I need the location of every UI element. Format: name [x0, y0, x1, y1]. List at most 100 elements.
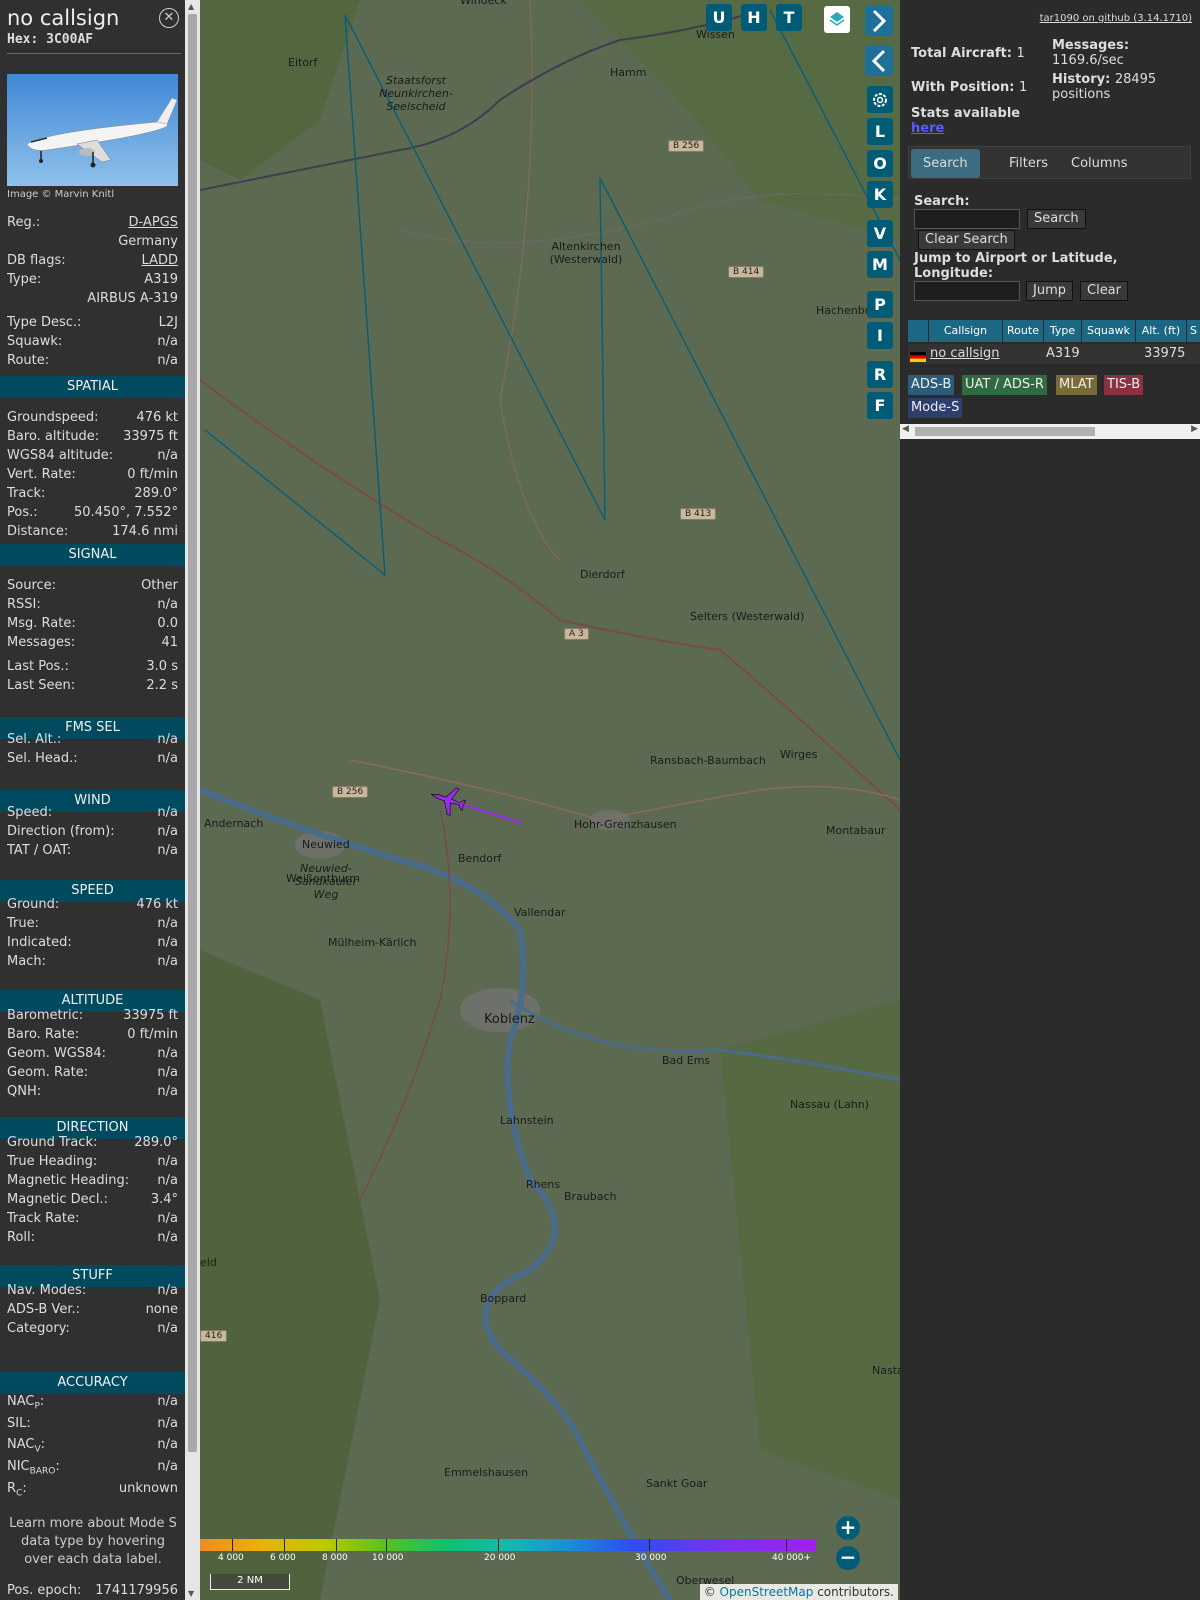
osm-link[interactable]: OpenStreetMap: [720, 1585, 814, 1599]
zoom-out-button[interactable]: −: [836, 1546, 860, 1570]
map-button-o[interactable]: O: [867, 150, 893, 177]
detail-label[interactable]: Ground:: [7, 896, 59, 914]
detail-label[interactable]: RSSI:: [7, 596, 41, 614]
github-link[interactable]: tar1090 on github (3.14.1710): [1040, 13, 1192, 24]
source-badge-tis-b[interactable]: TIS-B: [1104, 375, 1144, 395]
detail-label[interactable]: True:: [7, 915, 39, 933]
field-label: Type Desc.:: [7, 315, 82, 330]
jump-input[interactable]: [914, 281, 1020, 301]
map-button-u[interactable]: U: [706, 4, 732, 31]
detail-label[interactable]: SIL:: [7, 1415, 31, 1433]
tab-filters[interactable]: Filters: [997, 149, 1060, 178]
search-button[interactable]: Search: [1027, 209, 1086, 229]
aircraft-photo[interactable]: [7, 74, 178, 186]
map-button-v[interactable]: V: [867, 220, 893, 247]
detail-label[interactable]: Mach:: [7, 953, 46, 971]
detail-label[interactable]: Magnetic Decl.:: [7, 1191, 108, 1209]
detail-label[interactable]: Sel. Alt.:: [7, 731, 61, 749]
column-type[interactable]: Type: [1044, 320, 1081, 342]
left-panel-scrollbar[interactable]: ▲ ▼: [185, 0, 200, 1600]
scroll-up-icon[interactable]: ▲: [188, 2, 194, 11]
column-callsign[interactable]: Callsign: [929, 320, 1002, 342]
detail-label[interactable]: Distance:: [7, 523, 68, 541]
chevron-right-icon[interactable]: [865, 6, 893, 36]
detail-label[interactable]: Last Seen:: [7, 677, 75, 695]
stats-link[interactable]: here: [911, 121, 944, 136]
detail-label[interactable]: Ground Track:: [7, 1134, 97, 1152]
tab-columns[interactable]: Columns: [1059, 149, 1140, 178]
detail-label[interactable]: Speed:: [7, 804, 52, 822]
detail-label[interactable]: NICBARO:: [7, 1458, 60, 1481]
tab-search[interactable]: Search: [911, 149, 980, 178]
map-button-t[interactable]: T: [776, 4, 802, 31]
close-icon[interactable]: ✕: [159, 8, 179, 28]
map-button-h[interactable]: H: [741, 4, 767, 31]
detail-label[interactable]: Geom. WGS84:: [7, 1045, 106, 1063]
detail-label[interactable]: NACP:: [7, 1393, 44, 1416]
detail-label[interactable]: Indicated:: [7, 934, 72, 952]
detail-label[interactable]: Track Rate:: [7, 1210, 79, 1228]
detail-label[interactable]: TAT / OAT:: [7, 842, 71, 860]
clear-search-button[interactable]: Clear Search: [918, 230, 1015, 250]
source-badge-mlat[interactable]: MLAT: [1056, 375, 1097, 395]
detail-label[interactable]: Last Pos.:: [7, 658, 69, 676]
detail-label[interactable]: Msg. Rate:: [7, 615, 76, 633]
map-button-f[interactable]: F: [867, 392, 893, 419]
map-button-i[interactable]: I: [867, 322, 893, 349]
detail-label[interactable]: Messages:: [7, 634, 75, 652]
scroll-right-icon[interactable]: ▶: [1191, 424, 1198, 434]
scroll-down-icon[interactable]: ▼: [188, 1589, 194, 1598]
detail-label[interactable]: Source:: [7, 577, 56, 595]
layers-icon[interactable]: [824, 6, 850, 33]
scrollbar-thumb[interactable]: [188, 14, 197, 1452]
detail-label[interactable]: Baro. Rate:: [7, 1026, 79, 1044]
detail-label[interactable]: Baro. altitude:: [7, 428, 99, 446]
source-badge-ads-b[interactable]: ADS-B: [908, 375, 955, 395]
detail-label[interactable]: True Heading:: [7, 1153, 97, 1171]
column-flag[interactable]: [908, 320, 928, 342]
detail-label[interactable]: Magnetic Heading:: [7, 1172, 129, 1190]
chevron-left-icon[interactable]: [865, 46, 893, 76]
detail-label[interactable]: Barometric:: [7, 1007, 83, 1025]
detail-label[interactable]: Category:: [7, 1320, 70, 1338]
detail-label[interactable]: ADS-B Ver.:: [7, 1301, 80, 1319]
detail-label[interactable]: Direction (from):: [7, 823, 115, 841]
detail-label[interactable]: Roll:: [7, 1229, 35, 1247]
map-button-p[interactable]: P: [867, 291, 893, 318]
detail-label[interactable]: WGS84 altitude:: [7, 447, 113, 465]
column-altitude[interactable]: Alt. (ft): [1136, 320, 1186, 342]
detail-label[interactable]: Pos.:: [7, 504, 38, 522]
source-badge-mode-s[interactable]: Mode-S: [908, 398, 963, 418]
column-squawk[interactable]: Squawk: [1082, 320, 1135, 342]
map-button-l[interactable]: L: [867, 118, 893, 145]
map-view[interactable]: Windeck Wissen Eitorf Hamm Staatsforst Neunk…: [200, 0, 900, 1600]
field-value[interactable]: LADD: [142, 252, 178, 270]
scroll-left-icon[interactable]: ◀: [902, 424, 909, 434]
column-speed[interactable]: S: [1187, 320, 1200, 342]
search-input[interactable]: [914, 209, 1020, 229]
detail-label[interactable]: Geom. Rate:: [7, 1064, 88, 1082]
detail-label[interactable]: Sel. Head.:: [7, 750, 78, 768]
map-button-k[interactable]: K: [867, 181, 893, 208]
detail-label[interactable]: NACV:: [7, 1436, 45, 1459]
source-badge-uat-ads-r[interactable]: UAT / ADS-R: [962, 375, 1047, 395]
map-button-m[interactable]: M: [867, 251, 893, 278]
gear-icon[interactable]: [867, 86, 893, 113]
column-route[interactable]: Route: [1003, 320, 1043, 342]
aircraft-icon[interactable]: [426, 781, 468, 819]
table-horizontal-scrollbar[interactable]: ▶ ◀: [900, 424, 1200, 439]
zoom-in-button[interactable]: +: [836, 1516, 860, 1540]
map-button-r[interactable]: R: [867, 361, 893, 388]
detail-label[interactable]: QNH:: [7, 1083, 41, 1101]
clear-button[interactable]: Clear: [1080, 281, 1128, 301]
detail-label[interactable]: Track:: [7, 485, 45, 503]
detail-label[interactable]: Groundspeed:: [7, 409, 98, 427]
table-row[interactable]: no callsign A319 33975: [908, 344, 1200, 364]
detail-label[interactable]: Vert. Rate:: [7, 466, 76, 484]
scrollbar-thumb[interactable]: [915, 427, 1095, 436]
detail-label[interactable]: Nav. Modes:: [7, 1282, 86, 1300]
row-callsign[interactable]: no callsign: [930, 344, 1000, 364]
field-value[interactable]: D-APGS: [129, 214, 178, 232]
jump-button[interactable]: Jump: [1026, 281, 1073, 301]
detail-label[interactable]: RC:: [7, 1480, 27, 1503]
